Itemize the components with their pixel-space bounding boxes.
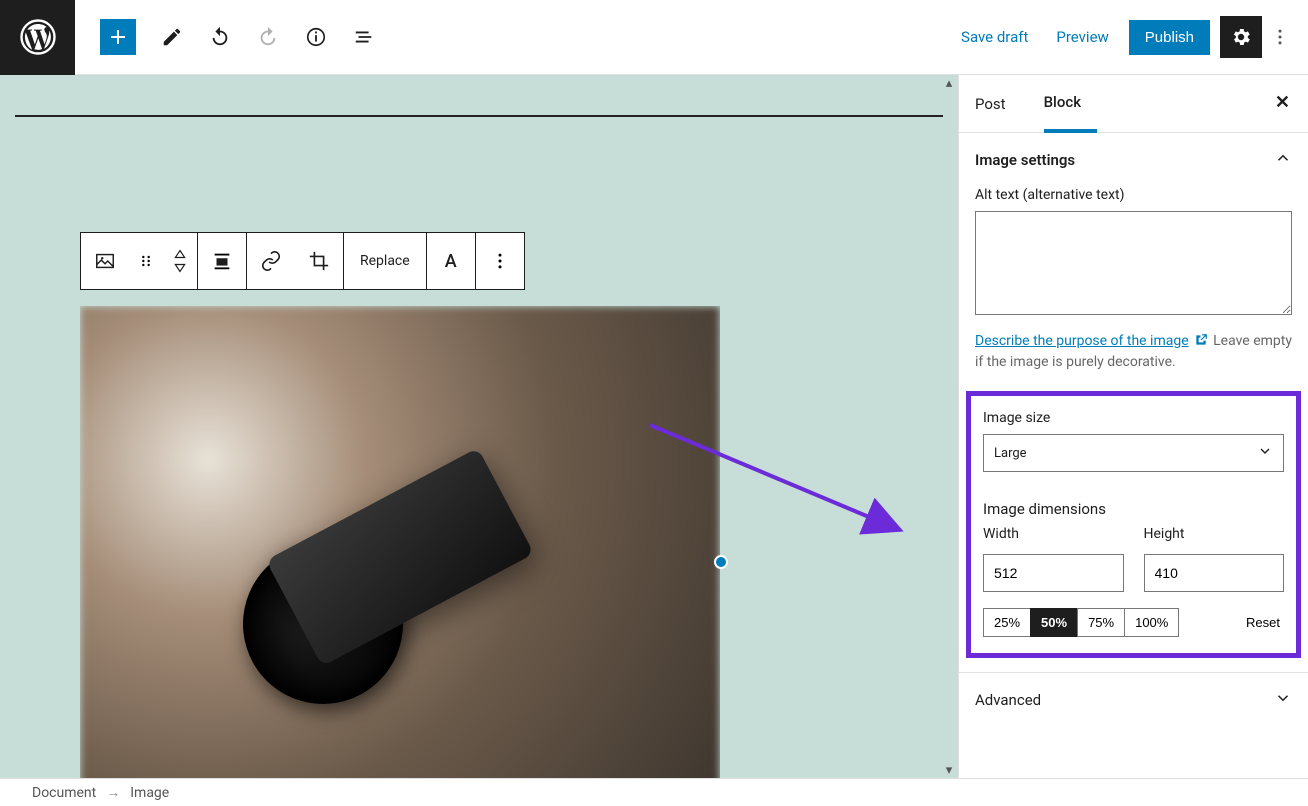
pct-25[interactable]: 25% [983, 608, 1031, 637]
text-style-button[interactable]: A [427, 233, 475, 289]
settings-button[interactable] [1220, 16, 1262, 58]
block-toolbar: Replace A [80, 232, 525, 290]
separator-block[interactable] [15, 115, 943, 117]
editor-canvas[interactable]: ▴ ▾ [0, 75, 958, 778]
breadcrumb-document[interactable]: Document [32, 785, 96, 801]
more-options-icon[interactable] [1262, 16, 1298, 58]
height-input[interactable] [1144, 554, 1285, 592]
link-icon[interactable] [247, 233, 295, 289]
external-link-icon [1194, 333, 1208, 351]
block-type-icon[interactable] [81, 233, 129, 289]
chevron-down-icon [1274, 689, 1292, 711]
image-size-select[interactable]: Large [983, 434, 1284, 472]
add-block-button[interactable] [100, 19, 136, 55]
scroll-down-icon[interactable]: ▾ [943, 764, 955, 776]
move-arrows[interactable] [163, 233, 197, 289]
panel-image-settings[interactable]: Image settings [959, 133, 1308, 187]
panel-advanced-title: Advanced [975, 691, 1041, 709]
alt-text-label: Alt text (alternative text) [975, 187, 1292, 203]
preview-link[interactable]: Preview [1042, 28, 1122, 46]
resize-handle-right[interactable] [714, 555, 728, 569]
tab-post[interactable]: Post [975, 77, 1022, 131]
pct-50[interactable]: 50% [1030, 608, 1078, 637]
breadcrumb: Document → Image [0, 778, 1308, 806]
scroll-up-icon[interactable]: ▴ [943, 77, 955, 89]
undo-icon[interactable] [196, 13, 244, 61]
breadcrumb-image[interactable]: Image [130, 785, 169, 801]
outline-icon[interactable] [340, 13, 388, 61]
publish-button[interactable]: Publish [1129, 20, 1210, 55]
alt-text-input[interactable] [975, 211, 1292, 315]
edit-mode-icon[interactable] [148, 13, 196, 61]
editor-topbar: Save draft Preview Publish [0, 0, 1308, 75]
crop-icon[interactable] [295, 233, 343, 289]
wordpress-logo[interactable] [0, 0, 75, 75]
percent-button-group: 25% 50% 75% 100% [983, 608, 1179, 637]
sidebar-tabs: Post Block ✕ [959, 75, 1308, 133]
align-icon[interactable] [198, 233, 246, 289]
image-dimensions-label: Image dimensions [983, 500, 1284, 518]
settings-sidebar: Post Block ✕ Image settings Alt text (al… [958, 75, 1308, 778]
chevron-up-icon [1274, 149, 1292, 171]
pct-100[interactable]: 100% [1124, 608, 1179, 637]
replace-button[interactable]: Replace [344, 233, 426, 289]
drag-handle-icon[interactable] [129, 233, 163, 289]
describe-purpose-link[interactable]: Describe the purpose of the image [975, 333, 1189, 349]
width-label: Width [983, 526, 1124, 542]
chevron-down-icon [1257, 443, 1273, 463]
pct-75[interactable]: 75% [1077, 608, 1125, 637]
close-sidebar-icon[interactable]: ✕ [1275, 92, 1290, 113]
panel-title: Image settings [975, 151, 1075, 169]
panel-advanced[interactable]: Advanced [959, 673, 1308, 727]
redo-icon[interactable] [244, 13, 292, 61]
image-block[interactable] [80, 306, 720, 778]
height-label: Height [1144, 526, 1285, 542]
breadcrumb-separator: → [106, 784, 120, 801]
width-input[interactable] [983, 554, 1124, 592]
save-draft-link[interactable]: Save draft [947, 28, 1042, 46]
info-icon[interactable] [292, 13, 340, 61]
image-size-value: Large [994, 446, 1027, 461]
block-more-icon[interactable] [476, 233, 524, 289]
image-size-section: Image size Large Image dimensions Width … [966, 391, 1301, 658]
image-content [80, 306, 720, 778]
reset-button[interactable]: Reset [1242, 609, 1284, 636]
tab-block[interactable]: Block [1044, 75, 1097, 133]
image-size-label: Image size [983, 410, 1284, 426]
